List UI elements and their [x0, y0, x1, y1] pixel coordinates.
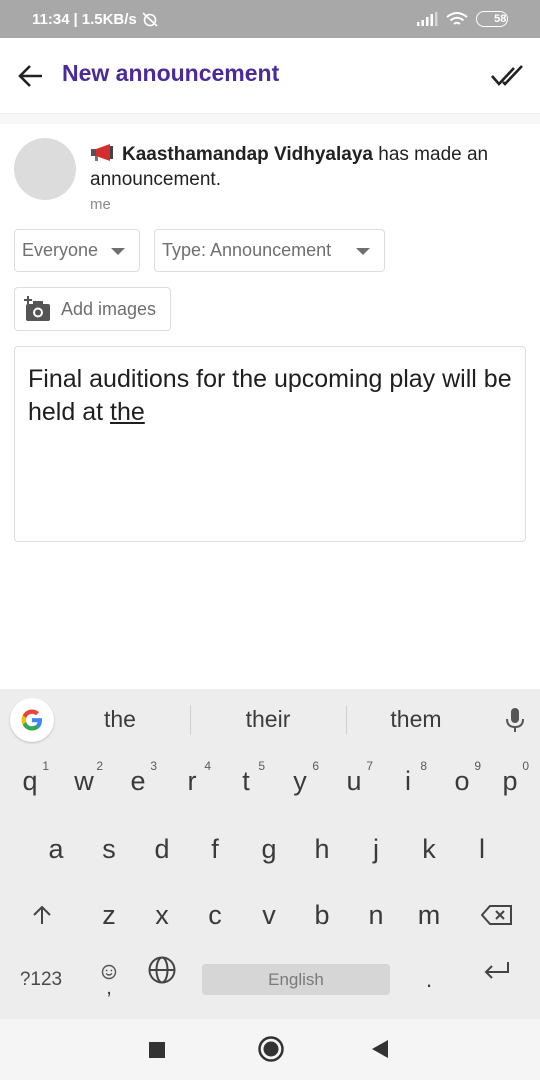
add-photo-icon	[24, 296, 50, 321]
wifi-icon	[446, 12, 468, 25]
key-hint: 4	[204, 759, 211, 773]
status-network-speed: 1.5KB/s	[81, 10, 137, 28]
google-icon[interactable]	[10, 698, 54, 742]
key-q[interactable]: q1	[3, 751, 57, 811]
key-n[interactable]: n	[349, 885, 403, 945]
comma-label: ,	[106, 977, 112, 999]
key-v[interactable]: v	[242, 885, 296, 945]
key-hint: 1	[42, 759, 49, 773]
megaphone-icon	[91, 144, 113, 161]
google-g-icon	[21, 709, 42, 731]
battery-level: 58	[494, 13, 507, 25]
type-dropdown[interactable]: Type: Announcement	[154, 229, 385, 272]
key-g[interactable]: g	[242, 819, 296, 879]
author-line: Kaasthamandap Vidhyalaya has made an ann…	[90, 142, 520, 192]
recents-square-icon[interactable]	[148, 1041, 166, 1059]
status-time: 11:34	[32, 10, 70, 28]
status-right: 58	[416, 11, 508, 27]
key-m[interactable]: m	[402, 885, 456, 945]
key-s[interactable]: s	[82, 819, 136, 879]
key-hint: 2	[96, 759, 103, 773]
key-w[interactable]: w2	[57, 751, 111, 811]
system-nav-bar	[0, 1019, 540, 1080]
announcement-text: Final auditions for the upcoming play wi…	[28, 365, 512, 426]
backspace-icon	[481, 905, 512, 925]
author-name: Kaasthamandap Vidhyalaya	[122, 144, 373, 165]
alarm-off-icon	[142, 12, 158, 27]
key-hint: 3	[150, 759, 157, 773]
key-hint: 0	[522, 759, 529, 773]
audience-value: Everyone	[22, 240, 99, 260]
battery-icon: 58	[476, 11, 508, 27]
shift-key[interactable]	[15, 885, 69, 945]
status-bar: 11:34 | 1.5KB/s 58	[0, 0, 540, 38]
key-u[interactable]: u7	[327, 751, 381, 811]
status-separator: |	[73, 10, 78, 28]
key-d[interactable]: d	[135, 819, 189, 879]
key-hint: 5	[258, 759, 265, 773]
key-hint: 6	[312, 759, 319, 773]
key-t[interactable]: t5	[219, 751, 273, 811]
status-left: 11:34 | 1.5KB/s	[32, 11, 159, 28]
key-j[interactable]: j	[349, 819, 403, 879]
avatar	[14, 138, 76, 200]
key-p[interactable]: p0	[483, 751, 537, 811]
suggestion-divider	[190, 705, 191, 735]
add-images-button[interactable]: Add images	[14, 287, 171, 331]
soft-keyboard: the their them q1 w2 e3 r4 t5 y6 u7 i8 o…	[0, 689, 540, 1019]
key-r[interactable]: r4	[165, 751, 219, 811]
signal-icon	[417, 12, 438, 26]
suggestion-3[interactable]: them	[356, 706, 476, 733]
microphone-icon[interactable]	[504, 706, 526, 734]
enter-icon	[484, 962, 509, 979]
key-hint: 8	[420, 759, 427, 773]
period-key[interactable]: .	[402, 950, 456, 1010]
key-e[interactable]: e3	[111, 751, 165, 811]
key-c[interactable]: c	[188, 885, 242, 945]
key-y[interactable]: y6	[273, 751, 327, 811]
header-divider	[0, 114, 540, 124]
emoji-comma-key[interactable]: ,	[82, 950, 136, 1010]
author-sub-label: me	[90, 196, 111, 213]
key-l[interactable]: l	[455, 819, 509, 879]
app-bar: New announcement	[0, 38, 540, 114]
key-o[interactable]: o9	[435, 751, 489, 811]
chevron-down-icon	[356, 248, 370, 255]
backspace-key[interactable]	[470, 885, 524, 945]
type-value: Type: Announcement	[162, 240, 332, 260]
page-title: New announcement	[62, 60, 280, 86]
globe-icon	[148, 956, 176, 984]
space-key[interactable]: English	[202, 964, 390, 995]
key-h[interactable]: h	[295, 819, 349, 879]
back-triangle-icon[interactable]	[370, 1039, 390, 1059]
add-images-label: Add images	[61, 298, 157, 319]
announcement-text-input[interactable]: Final auditions for the upcoming play wi…	[14, 346, 526, 542]
composing-word: the	[110, 398, 145, 426]
double-check-icon[interactable]	[490, 62, 526, 90]
suggestion-strip: the their them	[0, 689, 540, 751]
suggestion-1[interactable]: the	[60, 706, 180, 733]
key-b[interactable]: b	[295, 885, 349, 945]
chevron-down-icon	[111, 248, 125, 255]
enter-key[interactable]	[470, 940, 524, 1000]
key-f[interactable]: f	[188, 819, 242, 879]
key-hint: 9	[474, 759, 481, 773]
key-k[interactable]: k	[402, 819, 456, 879]
back-arrow-icon[interactable]	[16, 62, 46, 90]
suggestion-2[interactable]: their	[208, 706, 328, 733]
home-circle-icon[interactable]	[257, 1035, 285, 1063]
key-i[interactable]: i8	[381, 751, 435, 811]
symbols-key[interactable]: ?123	[14, 950, 68, 1010]
key-hint: 7	[366, 759, 373, 773]
suggestion-divider	[346, 705, 347, 735]
key-x[interactable]: x	[135, 885, 189, 945]
key-a[interactable]: a	[29, 819, 83, 879]
shift-arrow-icon	[33, 905, 51, 924]
language-key[interactable]	[135, 940, 189, 1000]
audience-dropdown[interactable]: Everyone	[14, 229, 140, 272]
key-z[interactable]: z	[82, 885, 136, 945]
